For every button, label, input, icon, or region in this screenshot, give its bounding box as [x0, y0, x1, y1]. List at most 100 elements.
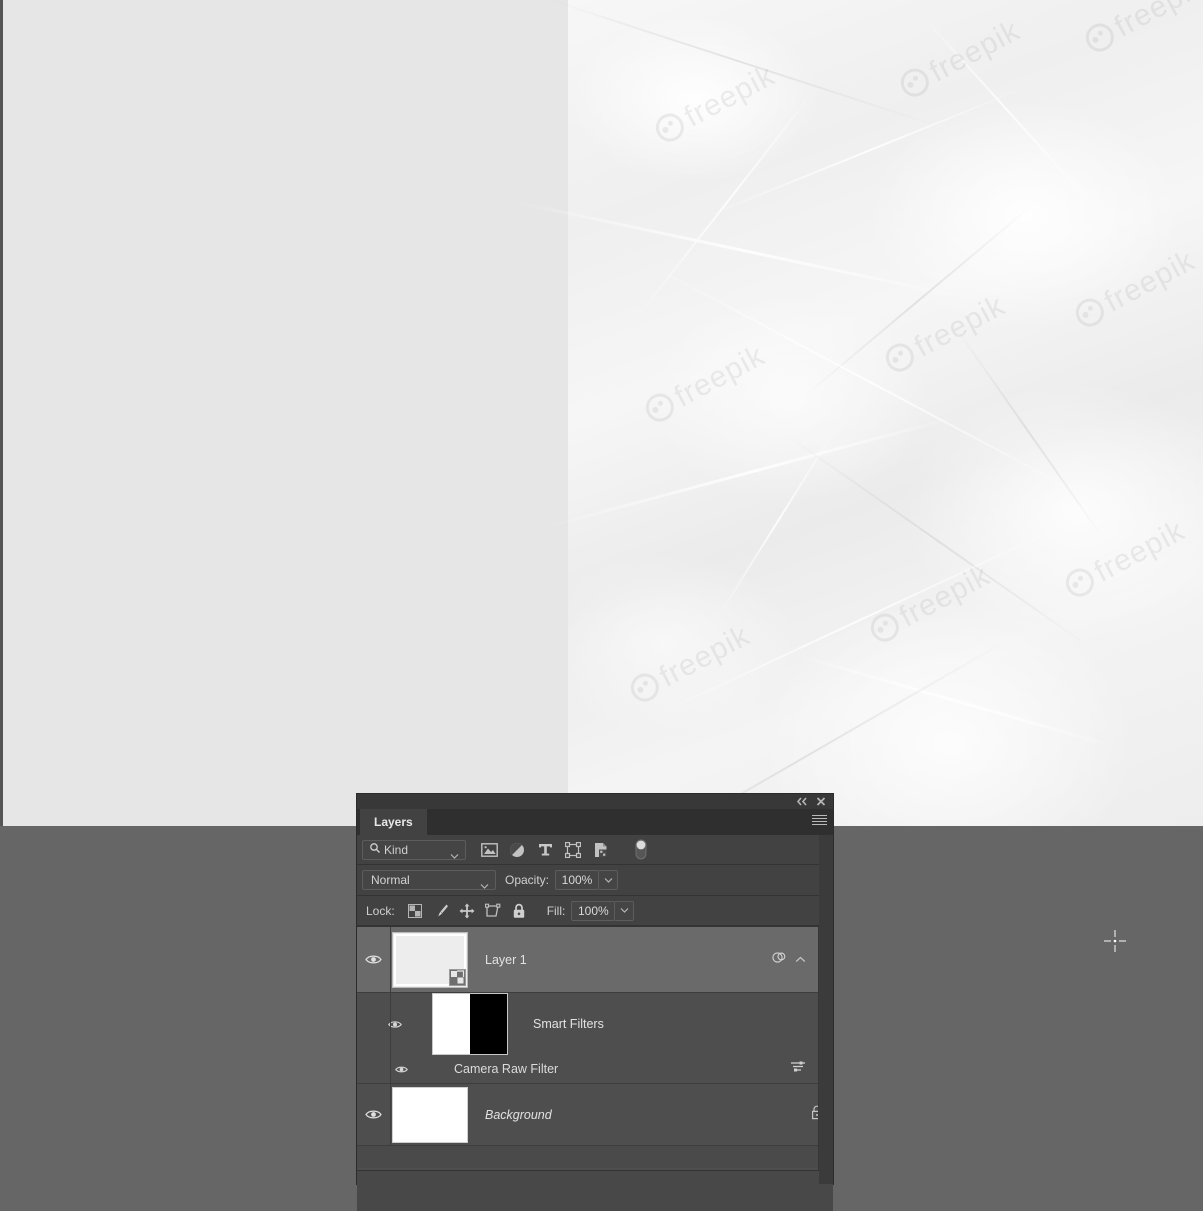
divider — [390, 993, 391, 1055]
blend-mode-value: Normal — [371, 873, 410, 887]
chevron-down-icon[interactable] — [480, 877, 489, 895]
freepik-watermark: freepik — [625, 619, 756, 710]
blend-mode-row[interactable]: Normal Opacity: 100% — [357, 865, 833, 896]
smart-filters-label[interactable]: Smart Filters — [533, 1017, 604, 1031]
paper-crease — [512, 200, 984, 303]
collapse-chevron-up-icon[interactable] — [795, 951, 806, 969]
fill-label: Fill: — [546, 903, 566, 918]
paper-crease — [952, 323, 1104, 539]
opacity-input[interactable]: 100% — [555, 870, 600, 890]
freepik-logo-icon — [1060, 563, 1099, 602]
layer-visibility-toggle[interactable] — [357, 954, 390, 965]
freepik-logo-icon — [895, 63, 934, 102]
freepik-logo-icon — [625, 668, 664, 707]
paper-crease — [713, 418, 843, 624]
collapse-to-icons-icon[interactable] — [795, 795, 809, 808]
smart-filters-indicator-icon[interactable] — [771, 950, 788, 969]
move-arrows-icon[interactable] — [459, 902, 476, 919]
freepik-watermark-text: freepik — [1089, 513, 1191, 589]
type-T-icon[interactable] — [536, 841, 554, 859]
image-icon[interactable] — [480, 841, 498, 859]
magnifier-icon — [369, 841, 381, 859]
freepik-logo-icon — [865, 608, 904, 647]
artboard-icon[interactable] — [485, 902, 502, 919]
freepik-watermark-text: freepik — [879, 819, 980, 826]
smart-filters-visibility-toggle[interactable] — [357, 1020, 432, 1029]
filter-type-icons[interactable] — [480, 839, 650, 860]
opacity-stepper-icon[interactable] — [599, 870, 619, 890]
layer-filter-row[interactable]: Kind — [357, 835, 833, 865]
panel-tabstrip[interactable]: Layers — [357, 809, 833, 835]
smart-filters-mask-thumbnail[interactable] — [432, 993, 508, 1055]
panel-titlebar[interactable] — [357, 794, 833, 809]
opacity-label: Opacity: — [505, 873, 550, 887]
freepik-logo-icon — [1080, 18, 1119, 57]
close-icon[interactable] — [814, 795, 828, 808]
paper-crease — [544, 414, 962, 529]
lock-row[interactable]: Lock: Fill: 100% — [357, 896, 833, 926]
filter-blending-options-icon[interactable] — [790, 1060, 806, 1078]
freepik-logo-icon — [1070, 293, 1109, 332]
smart-object-icon[interactable] — [592, 841, 610, 859]
crosshair-cursor — [1103, 929, 1127, 953]
freepik-logo-icon — [640, 388, 679, 427]
freepik-watermark-text: freepik — [1099, 243, 1201, 319]
freepik-watermark-text: freepik — [924, 13, 1026, 89]
brush-icon[interactable] — [433, 902, 450, 919]
lock-label: Lock: — [366, 903, 395, 918]
pill-toggle-icon[interactable] — [632, 839, 650, 860]
empty-list-area — [357, 1146, 833, 1168]
blend-mode-select[interactable]: Normal — [362, 870, 496, 890]
camera-raw-filter-label[interactable]: Camera Raw Filter — [454, 1062, 558, 1076]
freepik-watermark: freepik — [850, 819, 981, 826]
canvas-document-area[interactable]: freepik freepik freepik freepik freepik freep… — [0, 0, 1203, 826]
filter-kind-select[interactable]: Kind — [362, 839, 466, 860]
freepik-watermark: freepik — [1060, 514, 1191, 605]
lock-icons[interactable] — [407, 902, 528, 919]
smart-object-badge-icon — [449, 968, 466, 986]
screen: freepik freepik freepik freepik freepik freep… — [0, 0, 1203, 1211]
freepik-watermark: freepik — [880, 289, 1011, 380]
freepik-logo-icon — [880, 338, 919, 377]
filter-right-icons[interactable] — [790, 1060, 806, 1078]
half-circle-icon[interactable] — [508, 841, 526, 859]
table-row[interactable]: Camera Raw Filter — [357, 1055, 833, 1084]
tab-layers-label: Layers — [374, 815, 413, 829]
layer-right-icons[interactable] — [771, 950, 806, 969]
padlock-icon[interactable] — [511, 902, 528, 919]
freepik-watermark-text: freepik — [1109, 0, 1203, 44]
layer-thumbnail[interactable] — [392, 1086, 468, 1143]
freepik-watermark: freepik — [865, 559, 996, 650]
shape-bounds-icon[interactable] — [564, 841, 582, 859]
layer-visibility-toggle[interactable] — [357, 1109, 390, 1120]
layers-panel[interactable]: Layers Kind Normal Opacity: 100% Lock: F… — [357, 794, 833, 1211]
table-row[interactable]: Layer 1 — [357, 927, 833, 993]
freepik-watermark: freepik — [1080, 0, 1203, 60]
paper-texture-artwork: freepik freepik freepik freepik freepik freep… — [512, 0, 1203, 826]
layer-thumbnail-wrap[interactable] — [392, 931, 468, 988]
divider — [390, 927, 391, 992]
panel-bottom-toolbar[interactable] — [357, 1170, 833, 1211]
layer-name[interactable]: Layer 1 — [485, 953, 527, 967]
mask-black-half — [470, 994, 507, 1054]
freepik-watermark-text: freepik — [909, 288, 1011, 364]
panel-menu-icon[interactable] — [812, 815, 827, 828]
layer-name[interactable]: Background — [485, 1108, 552, 1122]
table-row[interactable]: Background — [357, 1084, 833, 1146]
divider — [390, 1055, 391, 1083]
filter-kind-value: Kind — [384, 842, 409, 857]
freepik-logo-icon — [650, 108, 689, 147]
camera-raw-filter-visibility-toggle[interactable] — [357, 1065, 445, 1074]
chevron-down-icon[interactable] — [450, 847, 459, 865]
tab-layers[interactable]: Layers — [360, 809, 427, 835]
background-thumbnail-wrap[interactable] — [392, 1086, 468, 1143]
layers-list[interactable]: Layer 1 Smart Filters Camera Raw Filter … — [357, 926, 833, 1170]
freepik-watermark: freepik — [640, 339, 771, 430]
checkerboard-icon[interactable] — [407, 902, 424, 919]
layer-thumbnail[interactable] — [392, 931, 468, 988]
fill-stepper-icon[interactable] — [615, 900, 635, 921]
paper-crease — [794, 653, 1122, 750]
mask-white-half — [433, 994, 470, 1054]
fill-input[interactable]: 100% — [571, 900, 616, 921]
table-row[interactable]: Smart Filters — [357, 993, 833, 1055]
